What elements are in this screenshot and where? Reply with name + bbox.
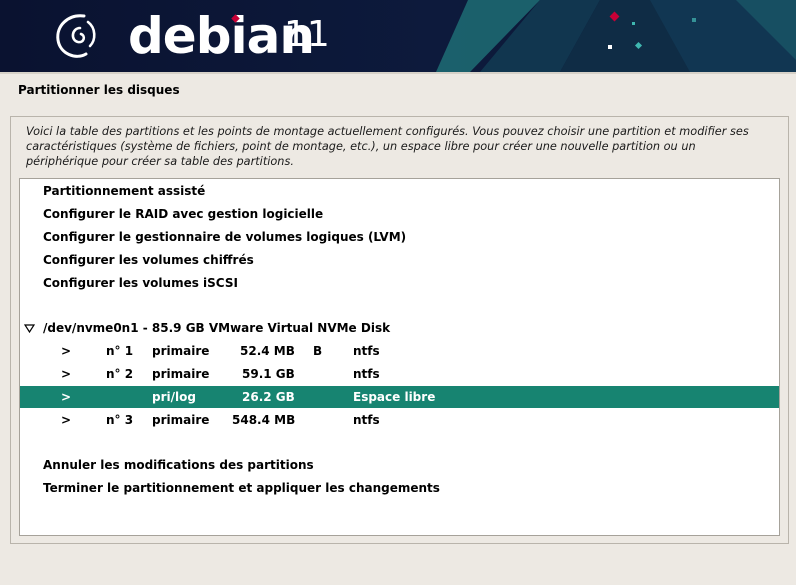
menu-item-raid[interactable]: Configurer le RAID avec gestion logiciel… — [20, 203, 779, 225]
partition-arrow: > — [61, 367, 72, 381]
partition-arrow: > — [61, 413, 72, 427]
divider — [0, 72, 796, 74]
menu-item-label: Configurer le RAID avec gestion logiciel… — [43, 207, 324, 221]
menu-item-assisted[interactable]: Partitionnement assisté — [20, 180, 779, 202]
partition-type: pri/log — [152, 390, 196, 404]
collapse-triangle-icon — [24, 324, 35, 333]
partition-row[interactable]: > n° 3 primaire 548.4 MB ntfs — [20, 409, 779, 431]
menu-item-label: Partitionnement assisté — [43, 184, 206, 198]
partition-size: 548.4 MB — [232, 413, 296, 427]
partition-type: primaire — [152, 413, 210, 427]
menu-item-iscsi[interactable]: Configurer les volumes iSCSI — [20, 272, 779, 294]
partition-size: 59.1 GB — [242, 367, 295, 381]
logo-dot-icon — [231, 14, 240, 23]
partition-fs: ntfs — [353, 367, 380, 381]
menu-item-label: Terminer le partitionnement et appliquer… — [43, 481, 440, 495]
partition-row-selected[interactable]: > pri/log 26.2 GB Espace libre — [20, 386, 779, 408]
partition-number: n° 2 — [106, 367, 134, 381]
partition-list[interactable]: Partitionnement assisté Configurer le RA… — [19, 178, 780, 536]
debian-banner: debian 11 — [0, 0, 796, 72]
partition-size: 52.4 MB — [240, 344, 295, 358]
partition-size: 26.2 GB — [242, 390, 295, 404]
menu-item-finish[interactable]: Terminer le partitionnement et appliquer… — [20, 477, 779, 499]
page-description: Voici la table des partitions et les poi… — [26, 125, 749, 168]
partition-number: n° 3 — [106, 413, 134, 427]
debian-swirl-logo-icon — [56, 14, 96, 58]
menu-item-label: Configurer le gestionnaire de volumes lo… — [43, 230, 407, 244]
partition-arrow: > — [61, 344, 72, 358]
partition-fs: ntfs — [353, 413, 380, 427]
banner-decoration — [436, 0, 796, 72]
menu-item-undo[interactable]: Annuler les modifications des partitions — [20, 454, 779, 476]
menu-item-label: Configurer les volumes iSCSI — [43, 276, 238, 290]
menu-item-crypto[interactable]: Configurer les volumes chiffrés — [20, 249, 779, 271]
menu-item-lvm[interactable]: Configurer le gestionnaire de volumes lo… — [20, 226, 779, 248]
disk-label: /dev/nvme0n1 - 85.9 GB VMware Virtual NV… — [43, 321, 391, 335]
partition-arrow: > — [61, 390, 72, 404]
partition-flag: B — [313, 344, 323, 358]
partition-number: n° 1 — [106, 344, 134, 358]
partition-row[interactable]: > n° 2 primaire 59.1 GB ntfs — [20, 363, 779, 385]
partition-type: primaire — [152, 367, 210, 381]
debian-version: 11 — [284, 14, 330, 55]
disk-row[interactable]: /dev/nvme0n1 - 85.9 GB VMware Virtual NV… — [20, 317, 779, 339]
partition-fs: ntfs — [353, 344, 380, 358]
partition-fs: Espace libre — [353, 390, 436, 404]
partition-row[interactable]: > n° 1 primaire 52.4 MB B ntfs — [20, 340, 779, 362]
partition-type: primaire — [152, 344, 210, 358]
menu-item-label: Annuler les modifications des partitions — [43, 458, 314, 472]
page-title: Partitionner les disques — [18, 83, 180, 97]
menu-item-label: Configurer les volumes chiffrés — [43, 253, 254, 267]
